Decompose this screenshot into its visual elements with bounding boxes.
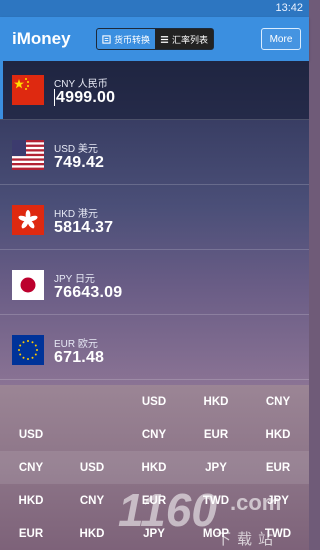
picker-option[interactable]: USD <box>123 385 185 418</box>
status-bar: 13:42 <box>0 0 309 17</box>
view-switch: 货币转换 汇率列表 <box>96 28 214 50</box>
currency-row-eur[interactable]: EUR 欧元 671.48 <box>0 321 309 380</box>
more-button[interactable]: More <box>261 28 301 50</box>
picker-option[interactable]: CNY <box>0 451 62 484</box>
eu-flag-icon <box>12 335 44 365</box>
currency-row-cny[interactable]: CNY 人民币 4999.00 <box>0 61 309 120</box>
list-icon <box>160 35 169 43</box>
hong-kong-flag-icon <box>12 205 44 235</box>
tab-rate-list[interactable]: 汇率列表 <box>155 29 213 49</box>
picker-option[interactable]: HKD <box>0 484 62 517</box>
picker-option[interactable]: USD <box>0 418 62 451</box>
picker-option[interactable]: CNY <box>247 385 309 418</box>
picker-option[interactable] <box>61 418 123 451</box>
currency-amount: 4999.00 <box>56 89 116 106</box>
currency-amount: 76643.09 <box>54 284 123 301</box>
currency-list: CNY 人民币 4999.00 USD 美元 749.42 HKD 港元 581… <box>0 61 309 385</box>
currency-amount: 671.48 <box>54 349 105 366</box>
currency-label: EUR 欧元 <box>54 339 98 350</box>
watermark-brand: 1160 <box>118 484 217 536</box>
text-cursor <box>54 89 55 107</box>
app-title: iMoney <box>12 29 71 48</box>
currency-row-hkd[interactable]: HKD 港元 5814.37 <box>0 191 309 250</box>
currency-label: JPY 日元 <box>54 274 95 285</box>
currency-row-jpy[interactable]: JPY 日元 76643.09 <box>0 256 309 315</box>
watermark-sub: 下载站 <box>216 530 279 548</box>
watermark-logo: 1160 .com 下载站 <box>118 484 281 548</box>
picker-option[interactable] <box>0 385 62 418</box>
status-time: 13:42 <box>275 2 303 14</box>
china-flag-icon <box>12 75 44 105</box>
picker-option[interactable]: EUR <box>185 418 247 451</box>
tab-currency-convert[interactable]: 货币转换 <box>97 29 155 49</box>
japan-flag-icon <box>12 270 44 300</box>
app-bar: iMoney 货币转换 汇率列表 More <box>0 17 309 61</box>
picker-option[interactable]: HKD <box>185 385 247 418</box>
currency-label: CNY 人民币 <box>54 79 108 90</box>
currency-row-usd[interactable]: USD 美元 749.42 <box>0 126 309 185</box>
tab-rate-list-label: 汇率列表 <box>171 34 208 45</box>
currency-label: USD 美元 <box>54 144 98 155</box>
us-flag-icon <box>12 140 44 170</box>
convert-icon <box>102 34 111 44</box>
currency-amount: 5814.37 <box>54 219 114 236</box>
picker-row: USD HKD CNY <box>0 385 309 418</box>
picker-option[interactable] <box>61 385 123 418</box>
picker-option[interactable]: EUR <box>0 517 62 550</box>
currency-amount: 749.42 <box>54 154 105 171</box>
currency-amount-input[interactable]: 4999.00 <box>54 89 115 107</box>
tab-currency-convert-label: 货币转换 <box>113 34 150 45</box>
picker-option[interactable]: CNY <box>123 418 185 451</box>
currency-label: HKD 港元 <box>54 209 98 220</box>
watermark-domain: .com <box>230 490 281 515</box>
picker-option[interactable]: HKD <box>247 418 309 451</box>
picker-row: USD CNY EUR HKD <box>0 418 309 451</box>
